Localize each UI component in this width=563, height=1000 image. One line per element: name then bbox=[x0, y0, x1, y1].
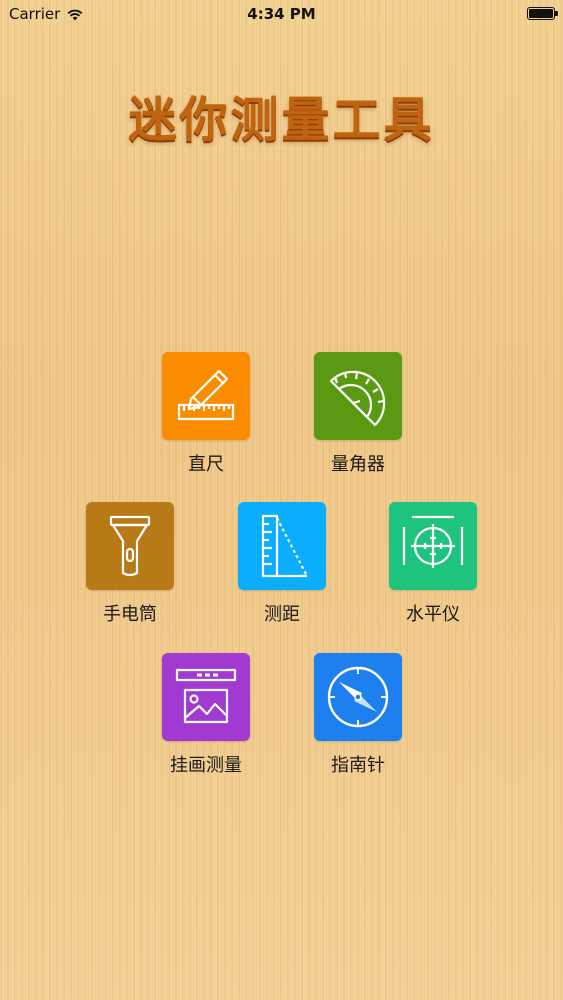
tool-flashlight-label: 手电筒 bbox=[103, 604, 157, 625]
status-bar: Carrier 4:34 PM bbox=[0, 0, 563, 28]
tool-picture-label: 挂画测量 bbox=[170, 755, 242, 776]
tool-protractor[interactable]: 量角器 bbox=[314, 352, 402, 476]
tool-flashlight[interactable]: 手电筒 bbox=[86, 502, 174, 626]
tool-level-tile[interactable] bbox=[389, 502, 477, 590]
tool-ruler[interactable]: 直尺 bbox=[162, 352, 250, 476]
flashlight-icon bbox=[109, 515, 151, 577]
picture-frame-icon bbox=[175, 668, 237, 724]
tool-distance[interactable]: 测距 bbox=[238, 502, 326, 626]
level-crosshair-icon bbox=[402, 515, 464, 568]
app-title: 迷你测量工具 bbox=[128, 92, 435, 148]
battery-icon bbox=[527, 7, 558, 20]
tool-compass-tile[interactable] bbox=[314, 653, 402, 741]
tool-protractor-label: 量角器 bbox=[331, 454, 385, 475]
tool-ruler-tile[interactable] bbox=[162, 352, 250, 440]
status-time: 4:34 PM bbox=[247, 5, 316, 23]
tool-level-label: 水平仪 bbox=[406, 604, 460, 625]
tool-protractor-tile[interactable] bbox=[314, 352, 402, 440]
tool-distance-label: 测距 bbox=[264, 604, 300, 625]
tool-picture-tile[interactable] bbox=[162, 653, 250, 741]
tool-ruler-label: 直尺 bbox=[188, 454, 224, 475]
compass-icon bbox=[327, 666, 389, 728]
triangle-ruler-icon bbox=[261, 514, 308, 578]
tool-compass-label: 指南针 bbox=[331, 755, 385, 776]
tool-picture[interactable]: 挂画测量 bbox=[162, 653, 250, 777]
protractor-icon bbox=[329, 370, 386, 427]
ruler-pencil-icon bbox=[177, 369, 235, 421]
tool-distance-tile[interactable] bbox=[238, 502, 326, 590]
tool-level[interactable]: 水平仪 bbox=[389, 502, 477, 626]
tool-flashlight-tile[interactable] bbox=[86, 502, 174, 590]
tool-compass[interactable]: 指南针 bbox=[314, 653, 402, 777]
